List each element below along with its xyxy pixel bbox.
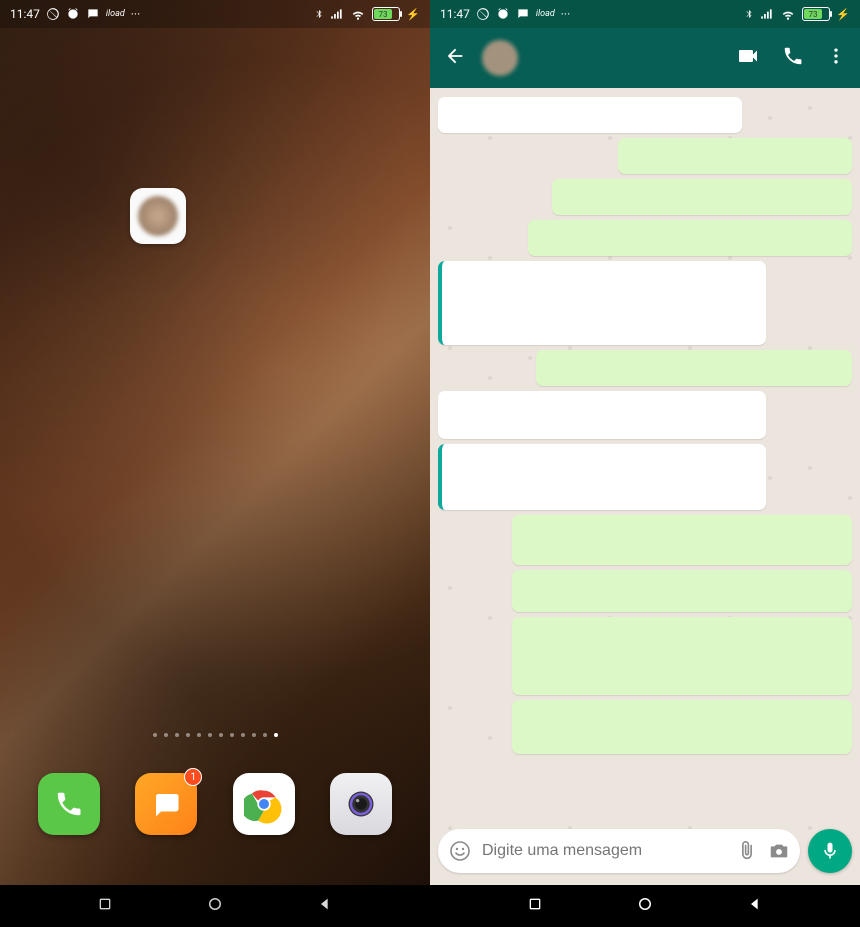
- arrow-left-icon: [444, 45, 466, 67]
- page-indicator: [0, 733, 430, 737]
- label-icon: iload: [536, 9, 555, 19]
- home-button[interactable]: [206, 895, 224, 917]
- back-button[interactable]: [438, 39, 472, 77]
- wifi-icon: [780, 7, 796, 21]
- phone-icon: [782, 45, 804, 67]
- home-area[interactable]: 1: [0, 28, 430, 885]
- back-button[interactable]: [747, 896, 763, 916]
- message-input[interactable]: [482, 842, 726, 860]
- battery-icon: 73: [802, 7, 830, 21]
- status-bar: 11:47 iload ··· 73 ⚡: [430, 0, 860, 28]
- message-bubble[interactable]: [618, 138, 852, 174]
- mic-button[interactable]: [808, 829, 852, 873]
- back-button[interactable]: [317, 896, 333, 916]
- messages-app[interactable]: 1: [135, 773, 197, 835]
- wifi-icon: [350, 7, 366, 21]
- chrome-icon: [244, 784, 284, 824]
- chat-header: [430, 28, 860, 88]
- voice-call-button[interactable]: [776, 39, 810, 77]
- status-time: 11:47: [440, 7, 470, 21]
- contact-shortcut[interactable]: [130, 188, 190, 248]
- message-bubble[interactable]: [536, 350, 852, 386]
- recents-button[interactable]: [97, 896, 113, 916]
- bluetooth-icon: [744, 7, 754, 21]
- more-icon: ···: [131, 7, 140, 21]
- chat-area[interactable]: [430, 88, 860, 885]
- nav-bar: [430, 885, 860, 927]
- phone-app[interactable]: [38, 773, 100, 835]
- message-bubble[interactable]: [512, 570, 852, 612]
- chat-icon: [86, 7, 100, 21]
- signal-icon: [330, 7, 344, 21]
- more-vert-icon: [826, 46, 846, 66]
- label-icon: iload: [106, 9, 125, 19]
- message-bubble[interactable]: [512, 515, 852, 565]
- recents-button[interactable]: [527, 896, 543, 916]
- dnd-icon: [46, 7, 60, 21]
- status-bar: 11:47 iload ··· 73 ⚡: [0, 0, 430, 28]
- battery-icon: 73: [372, 7, 400, 21]
- message-bubble[interactable]: [438, 97, 742, 133]
- video-icon: [736, 44, 760, 68]
- badge: 1: [184, 768, 202, 786]
- homescreen: 11:47 iload ··· 73 ⚡: [0, 0, 430, 927]
- contact-avatar[interactable]: [482, 40, 518, 76]
- emoji-button[interactable]: [448, 839, 472, 863]
- camera-app[interactable]: [330, 773, 392, 835]
- message-bubble[interactable]: [552, 179, 852, 215]
- signal-icon: [760, 7, 774, 21]
- chrome-app[interactable]: [233, 773, 295, 835]
- camera-icon: [341, 784, 381, 824]
- charging-icon: ⚡: [836, 8, 850, 21]
- message-bubble[interactable]: [438, 444, 766, 510]
- bluetooth-icon: [314, 7, 324, 21]
- avatar-icon: [130, 188, 186, 244]
- alarm-icon: [496, 7, 510, 21]
- dock: 1: [0, 773, 430, 835]
- message-bubble[interactable]: [512, 617, 852, 695]
- chat-icon: [516, 7, 530, 21]
- alarm-icon: [66, 7, 80, 21]
- phone-icon: [54, 789, 84, 819]
- whatsapp-chat: 11:47 iload ··· 73 ⚡: [430, 0, 860, 927]
- input-bar: [430, 823, 860, 879]
- attach-button[interactable]: [736, 840, 758, 862]
- home-button[interactable]: [636, 895, 654, 917]
- mic-icon: [820, 841, 840, 861]
- nav-bar: [0, 885, 430, 927]
- more-icon: ···: [561, 7, 570, 21]
- camera-button[interactable]: [768, 840, 790, 862]
- charging-icon: ⚡: [406, 8, 420, 21]
- message-bubble[interactable]: [512, 700, 852, 754]
- message-bubble[interactable]: [528, 220, 852, 256]
- compose-box: [438, 829, 800, 873]
- dnd-icon: [476, 7, 490, 21]
- menu-button[interactable]: [820, 40, 852, 76]
- status-time: 11:47: [10, 7, 40, 21]
- message-bubble[interactable]: [438, 391, 766, 439]
- video-call-button[interactable]: [730, 38, 766, 78]
- message-icon: [151, 789, 181, 819]
- message-bubble[interactable]: [438, 261, 766, 345]
